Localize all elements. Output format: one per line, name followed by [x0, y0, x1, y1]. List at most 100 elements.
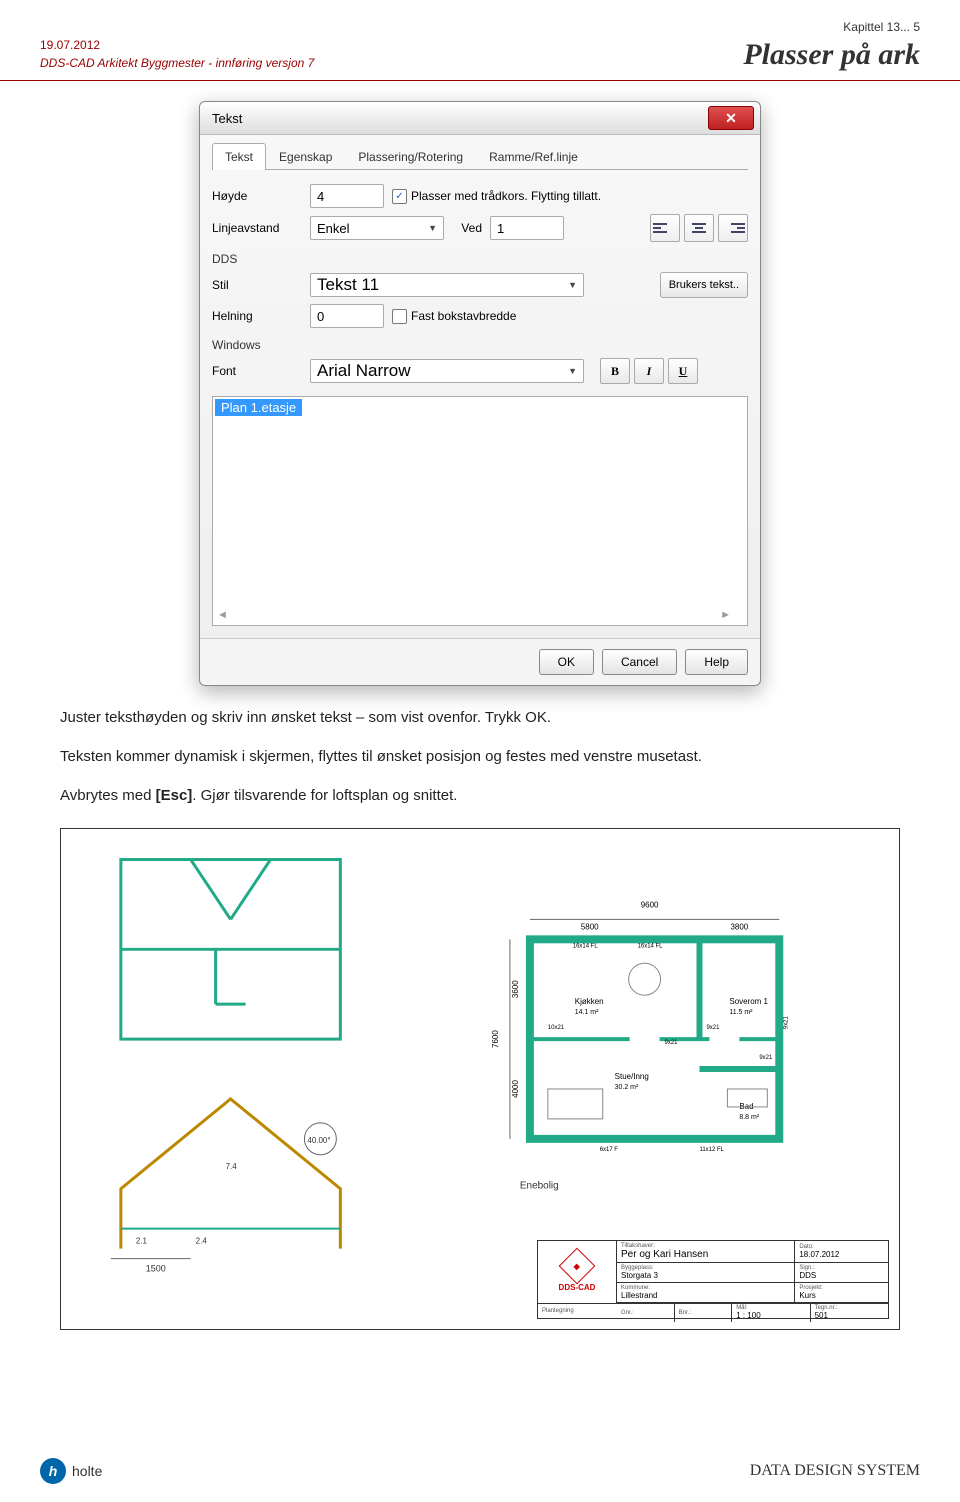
checkbox-unchecked-icon: [392, 309, 407, 324]
tab-plassering[interactable]: Plassering/Rotering: [345, 143, 476, 170]
stil-label: Stil: [212, 278, 302, 292]
svg-text:14.1 m²: 14.1 m²: [575, 1009, 599, 1016]
fast-bokstav-checkbox[interactable]: Fast bokstavbredde: [392, 309, 516, 324]
body-text: Juster teksthøyden og skriv inn ønsket t…: [60, 706, 900, 808]
hoyde-label: Høyde: [212, 189, 302, 203]
holte-logo: h holte: [40, 1458, 102, 1484]
holte-icon: h: [40, 1458, 66, 1484]
section-width: 1500: [146, 1264, 166, 1274]
title-block: ◆ DDS-CAD Tiltakshaver: Per og Kari Hans…: [537, 1240, 889, 1319]
building-type: Enebolig: [520, 1181, 559, 1192]
fast-bokstav-label: Fast bokstavbredde: [411, 309, 516, 323]
svg-text:Stue/Inng: Stue/Inng: [615, 1072, 649, 1081]
row-linjeavstand: Linjeavstand Enkel ▼ Ved 1: [212, 214, 748, 242]
chevron-down-icon: ▼: [428, 223, 437, 233]
linjeavstand-select[interactable]: Enkel ▼: [310, 216, 444, 240]
dialog-body: Tekst Egenskap Plassering/Rotering Ramme…: [200, 135, 760, 638]
cancel-button[interactable]: Cancel: [602, 649, 677, 675]
ved-input[interactable]: 1: [490, 216, 564, 240]
row-font: Font Arial Narrow ▼ B I U: [212, 358, 748, 384]
row-hoyde: Høyde 4 ✓ Plasser med trådkors. Flytting…: [212, 184, 748, 208]
align-right-icon[interactable]: [718, 214, 748, 242]
tab-egenskap[interactable]: Egenskap: [266, 143, 345, 170]
bold-button[interactable]: B: [600, 358, 630, 384]
page-footer: h holte DATA DESIGN SYSTEM: [40, 1458, 920, 1484]
svg-text:9600: 9600: [641, 900, 659, 909]
chevron-down-icon: ▼: [568, 280, 577, 290]
tab-ramme[interactable]: Ramme/Ref.linje: [476, 143, 591, 170]
svg-text:9x21: 9x21: [759, 1055, 773, 1061]
chevron-down-icon: ▼: [568, 366, 577, 376]
underline-button[interactable]: U: [668, 358, 698, 384]
dds-logo-icon: ◆: [559, 1247, 596, 1284]
section-angle: 40.00°: [307, 1136, 330, 1145]
svg-text:16x14 FL: 16x14 FL: [638, 943, 664, 949]
svg-text:11x12 FL: 11x12 FL: [699, 1147, 724, 1153]
ved-label: Ved: [452, 221, 482, 235]
header-chapter: Kapittel 13... 5: [743, 20, 920, 34]
paragraph-2: Teksten kommer dynamisk i skjermen, flyt…: [60, 745, 900, 769]
stil-select[interactable]: Tekst 11 ▼: [310, 273, 584, 297]
svg-text:6x17 F: 6x17 F: [600, 1147, 619, 1153]
scroll-right-icon[interactable]: ►: [720, 609, 731, 621]
close-button[interactable]: ✕: [708, 106, 754, 130]
text-input-area[interactable]: Plan 1.etasje ◄ ►: [212, 396, 748, 626]
close-icon: ✕: [725, 110, 737, 127]
header-right: Kapittel 13... 5 Plasser på ark: [743, 20, 920, 72]
hoyde-input[interactable]: 4: [310, 184, 384, 208]
floor-plan-drawing: 9600 5800 3800 7600 3600 4000 Kjøkken 14…: [491, 900, 789, 1152]
italic-button[interactable]: I: [634, 358, 664, 384]
brukers-tekst-button[interactable]: Brukers tekst..: [660, 272, 748, 298]
scroll-hints: ◄ ►: [217, 609, 731, 621]
tab-bar: Tekst Egenskap Plassering/Rotering Ramme…: [212, 143, 748, 170]
align-left-icon[interactable]: [650, 214, 680, 242]
font-select[interactable]: Arial Narrow ▼: [310, 359, 584, 383]
svg-text:16x14 FL: 16x14 FL: [573, 943, 599, 949]
align-icon-group: [650, 214, 748, 242]
svg-text:3600: 3600: [511, 980, 520, 998]
svg-text:7600: 7600: [491, 1030, 500, 1048]
plasser-label: Plasser med trådkors. Flytting tillatt.: [411, 189, 601, 203]
page-header: 19.07.2012 DDS-CAD Arkitekt Byggmester -…: [0, 0, 960, 81]
dialog-container: Tekst ✕ Tekst Egenskap Plassering/Roteri…: [0, 101, 960, 686]
svg-text:7.4: 7.4: [226, 1162, 238, 1171]
svg-text:10x21: 10x21: [548, 1025, 565, 1031]
svg-text:3800: 3800: [731, 922, 749, 931]
loft-plan-drawing: [121, 860, 340, 1040]
svg-text:8.8 m²: 8.8 m²: [739, 1114, 759, 1121]
drawing-frame: 1500 40.00° 2.1 2.4 7.4 9600 5800 3800 7…: [60, 828, 900, 1330]
header-date: 19.07.2012: [40, 36, 314, 54]
dialog-titlebar[interactable]: Tekst ✕: [200, 102, 760, 135]
tab-tekst[interactable]: Tekst: [212, 143, 266, 170]
section-drawing: 1500 40.00° 2.1 2.4 7.4: [111, 1099, 340, 1274]
group-dds-label: DDS: [212, 252, 748, 266]
help-button[interactable]: Help: [685, 649, 748, 675]
linjeavstand-label: Linjeavstand: [212, 221, 302, 235]
dialog-title: Tekst: [212, 111, 242, 126]
svg-text:Bad: Bad: [739, 1102, 753, 1111]
row-stil: Stil Tekst 11 ▼ Brukers tekst..: [212, 272, 748, 298]
svg-text:2.1: 2.1: [136, 1237, 148, 1246]
helning-input[interactable]: 0: [310, 304, 384, 328]
plasser-checkbox[interactable]: ✓ Plasser med trådkors. Flytting tillatt…: [392, 189, 601, 204]
paragraph-1: Juster teksthøyden og skriv inn ønsket t…: [60, 706, 900, 730]
dds-logo: ◆ DDS-CAD: [538, 1241, 617, 1303]
svg-text:11.5 m²: 11.5 m²: [729, 1009, 753, 1016]
svg-text:9x21: 9x21: [706, 1025, 720, 1031]
dialog-footer: OK Cancel Help: [200, 638, 760, 685]
scroll-left-icon[interactable]: ◄: [217, 609, 228, 621]
svg-text:5800: 5800: [581, 922, 599, 931]
ok-button[interactable]: OK: [539, 649, 594, 675]
header-left: 19.07.2012 DDS-CAD Arkitekt Byggmester -…: [40, 36, 314, 72]
align-center-icon[interactable]: [684, 214, 714, 242]
svg-text:30.2 m²: 30.2 m²: [615, 1084, 639, 1091]
text-dialog: Tekst ✕ Tekst Egenskap Plassering/Roteri…: [199, 101, 761, 686]
paragraph-3: Avbrytes med [Esc]. Gjør tilsvarende for…: [60, 784, 900, 808]
font-style-group: B I U: [600, 358, 698, 384]
header-subtitle: DDS-CAD Arkitekt Byggmester - innføring …: [40, 54, 314, 72]
svg-text:9x21: 9x21: [783, 1015, 789, 1029]
checkbox-checked-icon: ✓: [392, 189, 407, 204]
dds-footer-text: DATA DESIGN SYSTEM: [750, 1462, 920, 1480]
row-helning: Helning 0 Fast bokstavbredde: [212, 304, 748, 328]
helning-label: Helning: [212, 309, 302, 323]
